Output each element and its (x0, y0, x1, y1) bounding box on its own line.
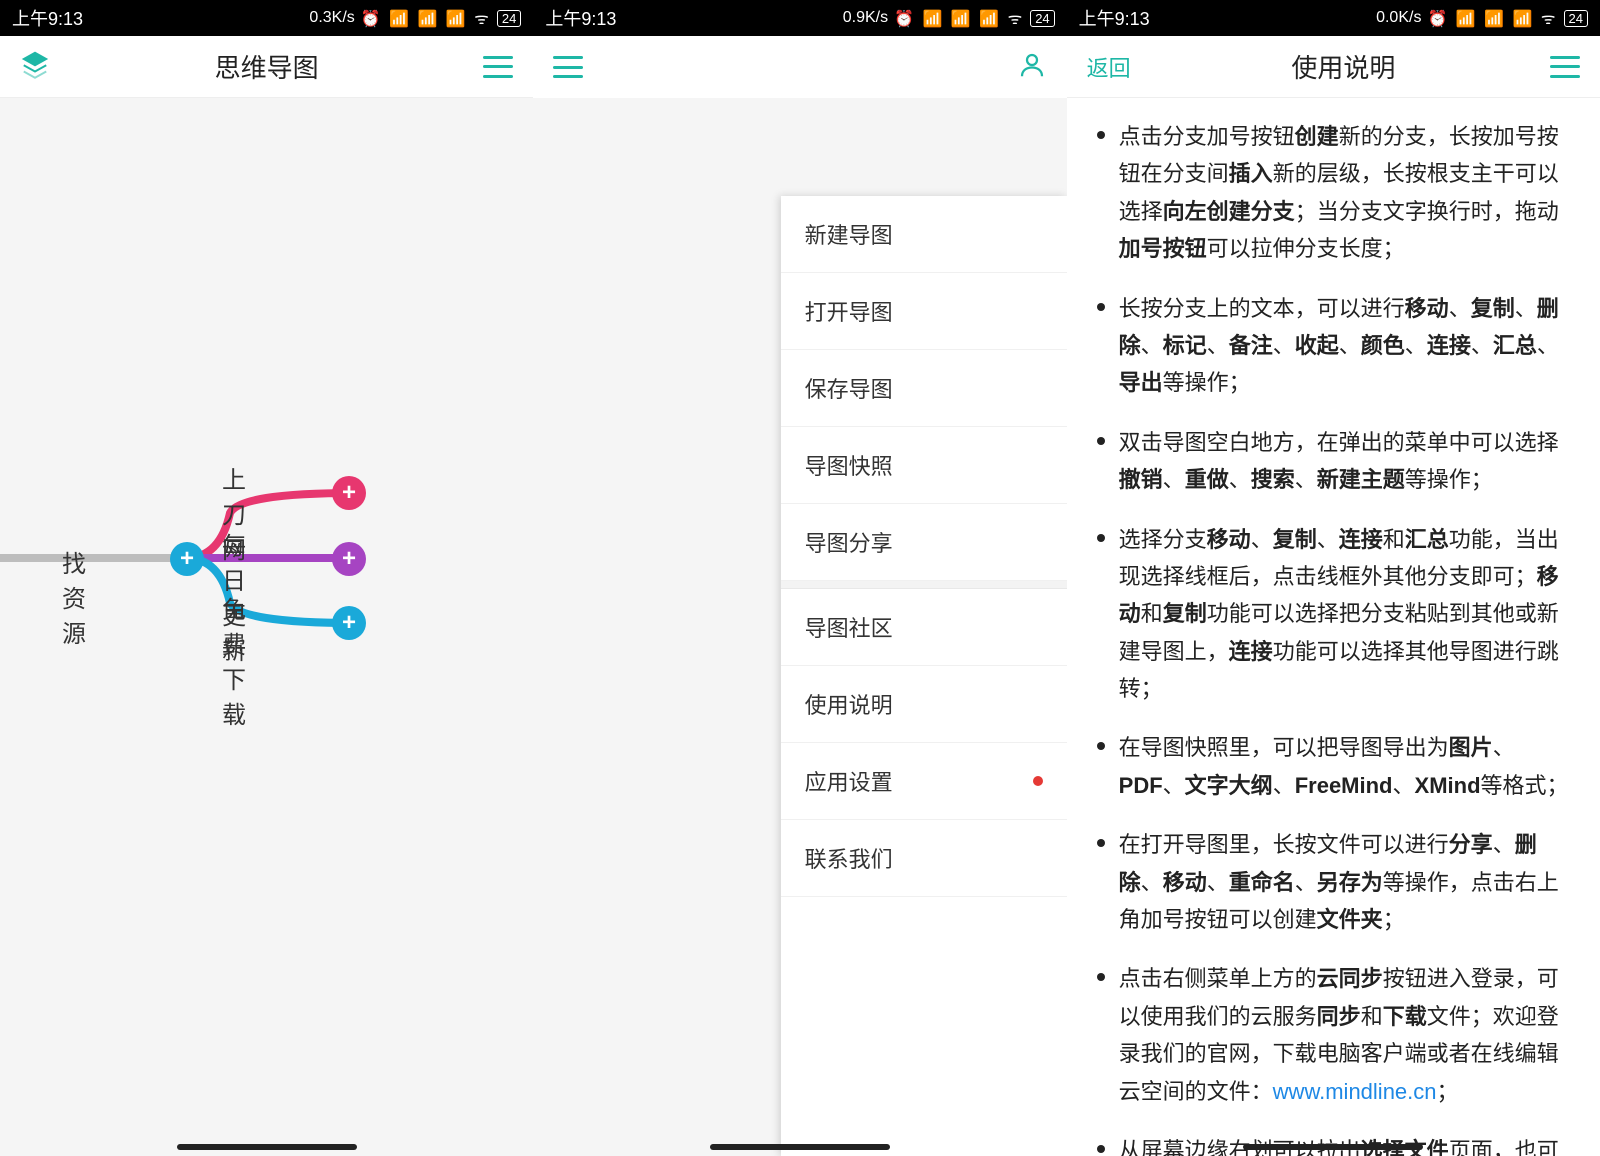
status-time: 上午9:13 (12, 5, 83, 31)
help-bullet: 点击分支加号按钮创建新的分支，长按加号按钮在分支间插入新的层级，长按根支主干可以… (1093, 118, 1574, 268)
net-speed: 0.3K/s (309, 9, 354, 27)
status-icons: ⏰ 📶 📶 📶 ᯤ (1427, 7, 1557, 29)
menu-icon[interactable] (483, 56, 513, 78)
app-header: 思维导图 (0, 36, 533, 98)
add-branch-root[interactable] (170, 542, 204, 576)
layers-icon[interactable] (20, 49, 50, 84)
branch-node[interactable]: 免费下载 (222, 590, 246, 730)
phone-screen-3: 上午9:13 0.0K/s ⏰ 📶 📶 📶 ᯤ 24 返回 使用说明 点击分支加… (1067, 0, 1600, 1156)
side-menu: 新建导图 打开导图 保存导图 导图快照 导图分享 导图社区 使用说明 应用设置 … (781, 196, 1067, 1156)
menu-item-snapshot[interactable]: 导图快照 (781, 427, 1067, 504)
mindmap-canvas[interactable]: 找资源 上刀网 每日更新 免费下载 (0, 98, 533, 1156)
menu-item-community[interactable]: 导图社区 (781, 589, 1067, 666)
menu-item-settings[interactable]: 应用设置 (781, 743, 1067, 820)
page-title: 使用说明 (1167, 48, 1520, 85)
help-bullet: 双击导图空白地方，在弹出的菜单中可以选择撤销、重做、搜索、新建主题等操作； (1093, 424, 1574, 499)
user-sync-icon[interactable] (1017, 50, 1047, 85)
menu-divider (781, 581, 1067, 589)
root-node[interactable]: 找资源 (62, 544, 86, 649)
mindmap-canvas-partial[interactable]: 新 载 新建导图 打开导图 保存导图 导图快照 导图分享 导图社区 使用说明 应… (533, 98, 1066, 1156)
net-speed: 0.0K/s (1376, 9, 1421, 27)
menu-item-new[interactable]: 新建导图 (781, 196, 1067, 273)
phone-screen-2: 上午9:13 0.9K/s ⏰ 📶 📶 📶 ᯤ 24 新 载 新建导图 (533, 0, 1066, 1156)
menu-icon[interactable] (1550, 56, 1580, 78)
nav-indicator (710, 1144, 890, 1150)
nav-indicator (177, 1144, 357, 1150)
page-title: 思维导图 (80, 48, 453, 85)
status-time: 上午9:13 (545, 5, 616, 31)
status-bar: 上午9:13 0.9K/s ⏰ 📶 📶 📶 ᯤ 24 (533, 0, 1066, 36)
menu-icon[interactable] (553, 56, 583, 78)
app-header: 返回 使用说明 (1067, 36, 1600, 98)
help-bullet: 在导图快照里，可以把导图导出为图片、PDF、文字大纲、FreeMind、XMin… (1093, 729, 1574, 804)
add-branch-button[interactable] (332, 476, 366, 510)
menu-item-share[interactable]: 导图分享 (781, 504, 1067, 581)
help-link[interactable]: www.mindline.cn (1273, 1079, 1437, 1104)
status-bar: 上午9:13 0.3K/s ⏰ 📶 📶 📶 ᯤ 24 (0, 0, 533, 36)
help-bullet: 选择分支移动、复制、连接和汇总功能，当出现选择线框后，点击线框外其他分支即可；移… (1093, 521, 1574, 708)
add-branch-button[interactable] (332, 542, 366, 576)
back-button[interactable]: 返回 (1087, 51, 1131, 83)
status-icons: ⏰ 📶 📶 📶 ᯤ (894, 7, 1024, 29)
menu-item-save[interactable]: 保存导图 (781, 350, 1067, 427)
add-branch-button[interactable] (332, 606, 366, 640)
battery-level: 24 (1564, 10, 1588, 27)
help-bullet: 点击右侧菜单上方的云同步按钮进入登录，可以使用我们的云服务同步和下载文件；欢迎登… (1093, 960, 1574, 1110)
net-speed: 0.9K/s (843, 9, 888, 27)
help-content[interactable]: 点击分支加号按钮创建新的分支，长按加号按钮在分支间插入新的层级，长按根支主干可以… (1067, 98, 1600, 1156)
nav-indicator (1243, 1144, 1423, 1150)
status-bar: 上午9:13 0.0K/s ⏰ 📶 📶 📶 ᯤ 24 (1067, 0, 1600, 36)
status-icons: ⏰ 📶 📶 📶 ᯤ (361, 7, 491, 29)
status-time: 上午9:13 (1079, 5, 1150, 31)
help-bullet: 长按分支上的文本，可以进行移动、复制、删除、标记、备注、收起、颜色、连接、汇总、… (1093, 290, 1574, 402)
app-header (533, 36, 1066, 98)
menu-item-help[interactable]: 使用说明 (781, 666, 1067, 743)
battery-level: 24 (497, 10, 521, 27)
menu-item-open[interactable]: 打开导图 (781, 273, 1067, 350)
phone-screen-1: 上午9:13 0.3K/s ⏰ 📶 📶 📶 ᯤ 24 思维导图 (0, 0, 533, 1156)
menu-item-contact[interactable]: 联系我们 (781, 820, 1067, 897)
battery-level: 24 (1030, 10, 1054, 27)
help-bullet: 在打开导图里，长按文件可以进行分享、删除、移动、重命名、另存为等操作，点击右上角… (1093, 826, 1574, 938)
notification-dot (1033, 776, 1043, 786)
